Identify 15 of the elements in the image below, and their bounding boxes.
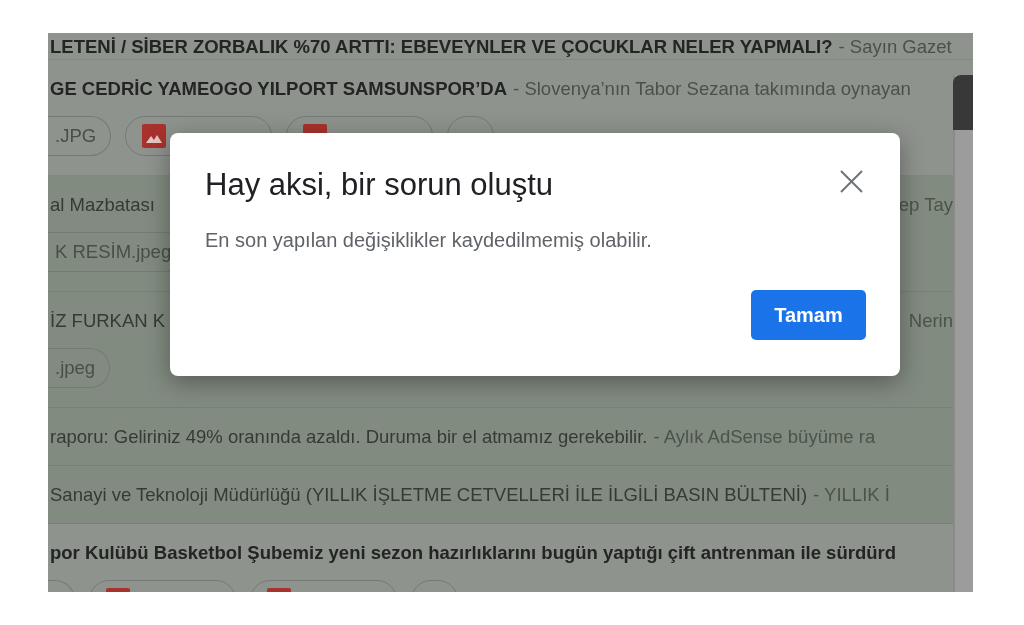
email-subject: por Kulübü Basketbol Şubemiz yeni sezon hazırlıklarını bugün yaptığı çift antrenman ile sürdürd	[50, 542, 896, 564]
email-snippet: - Slovenya’nın Tabor Sezana takımında oynayan	[513, 78, 911, 100]
dialog-message: En son yapılan değişiklikler kaydedilmemiş olabilir.	[205, 228, 653, 253]
scrollbar-thumb[interactable]	[953, 75, 973, 130]
email-snippet: - Sayın Gazet	[838, 36, 952, 58]
email-subject: İZ FURKAN K	[50, 310, 166, 332]
ok-button[interactable]: Tamam	[751, 290, 866, 340]
close-icon[interactable]	[840, 170, 863, 193]
email-subject: LETENİ / SİBER ZORBALIK %70 ARTTI: EBEVEYNLER VE ÇOCUKLAR NELER YAPMALI?	[50, 36, 833, 58]
email-subject: Sanayi ve Teknoloji Müdürlüğü (YILLIK İŞLETME CETVELLERİ İLE İLGİLİ BASIN BÜLTENİ)	[50, 484, 808, 506]
email-subject: al Mazbatası	[50, 194, 155, 216]
scrollbar-track[interactable]	[953, 75, 973, 592]
email-subject: raporu: Geliriniz 49% oranında azaldı. Duruma bir el atmamız gerekebilir.	[50, 426, 648, 448]
image-icon	[142, 124, 167, 148]
email-subject: GE CEDRİC YAMEOGO YILPORT SAMSUNSPOR’DA	[50, 78, 508, 100]
